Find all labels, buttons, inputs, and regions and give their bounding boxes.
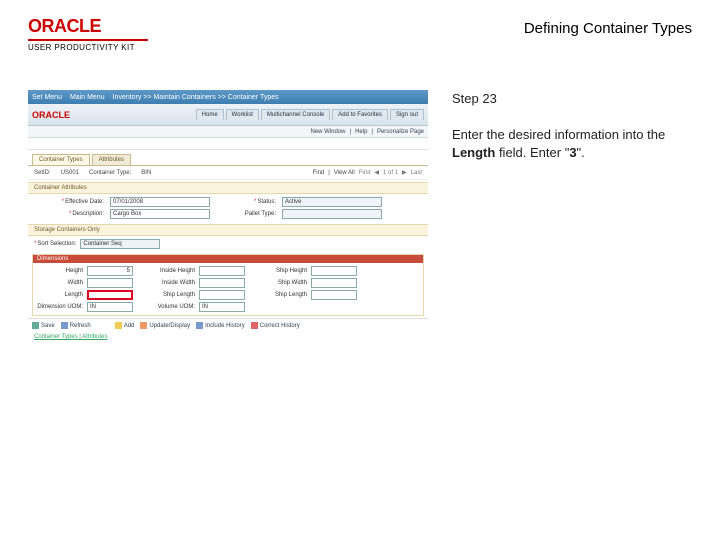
storage-only-band: Storage Containers Only [28, 224, 428, 236]
update-button[interactable]: Update/Display [140, 322, 190, 329]
topbar-crumb: Set Menu [32, 94, 62, 101]
sort-select[interactable]: Container Seq [80, 239, 160, 249]
ship-length-label: Ship Length [137, 292, 195, 298]
pager-count: 1 of 1 [383, 170, 398, 176]
sort-row: Sort Selection: Container Seq [28, 236, 428, 252]
action-toolbar: Save Refresh Add Update/Display Include … [28, 318, 428, 332]
ship-height-label: Ship Height [249, 268, 307, 274]
refresh-button[interactable]: Refresh [61, 322, 91, 329]
include-history-button[interactable]: Include History [196, 322, 245, 329]
instruction-text: Enter the desired information into the L… [452, 126, 692, 162]
ship-width-input[interactable] [311, 278, 357, 288]
topbar-crumb: Inventory >> Maintain Containers >> Cont… [113, 94, 279, 101]
step-label: Step 23 [452, 90, 692, 108]
header-link-console[interactable]: Multichannel Console [261, 109, 330, 120]
sort-label: Sort Selection: [34, 241, 76, 247]
viewall-link[interactable]: View All [334, 170, 355, 176]
length-label: Length [37, 292, 83, 298]
inside-height-label: Inside Height [137, 268, 195, 274]
link-new-window[interactable]: New Window [310, 129, 345, 135]
effdate-label: Effective Date: [34, 199, 104, 205]
ctype-label: Container Type: [89, 170, 131, 176]
dim-uom-label: Dimension UOM: [37, 304, 83, 310]
find-link[interactable]: Find [313, 170, 325, 176]
ship-length-label2: Ship Length [249, 292, 307, 298]
add-button[interactable]: Add [115, 322, 135, 329]
height-input[interactable]: 5 [87, 266, 133, 276]
logo-block: ORACLE USER PRODUCTIVITY KIT [28, 16, 148, 52]
vol-uom-label: Volume UOM: [137, 304, 195, 310]
header-link-worklist[interactable]: Worklist [226, 109, 259, 120]
dimensions-header: Dimensions [33, 255, 423, 263]
doc-header: ORACLE USER PRODUCTIVITY KIT Defining Co… [0, 0, 720, 58]
record-bar: SetID: US001 Container Type: BIN Find | … [28, 166, 428, 180]
container-attributes-band: Container Attributes [28, 182, 428, 194]
pager-last[interactable]: Last [411, 170, 422, 176]
dimensions-group: Dimensions Height 5 Inside Height Ship H… [32, 254, 424, 316]
footer-tabs-link[interactable]: Container Types | Attributes [28, 332, 428, 342]
header-link-home[interactable]: Home [196, 109, 224, 120]
length-input[interactable] [87, 290, 133, 300]
ctype-value: BIN [141, 170, 151, 176]
doc-title: Defining Container Types [524, 20, 692, 37]
save-button[interactable]: Save [32, 322, 55, 329]
subbar: New Window | Help | Personalize Page [28, 126, 428, 138]
oracle-logo: ORACLE [28, 16, 148, 37]
dim-uom-input[interactable]: IN [87, 302, 133, 312]
status-select[interactable]: Active [282, 197, 382, 207]
effdate-input[interactable]: 07/01/2008 [110, 197, 210, 207]
tab-attributes[interactable]: Attributes [92, 154, 131, 165]
app-header: ORACLE Home Worklist Multichannel Consol… [28, 104, 428, 126]
inside-length-input[interactable] [199, 290, 245, 300]
oracle-mini-logo: ORACLE [32, 110, 70, 120]
vol-uom-input[interactable]: IN [199, 302, 245, 312]
ship-width-label: Ship Width [249, 280, 307, 286]
pallet-label: Pallet Type: [216, 211, 276, 217]
pager: Find | View All First ◀ 1 of 1 ▶ Last [313, 169, 422, 176]
height-label: Height [37, 268, 83, 274]
width-input[interactable] [87, 278, 133, 288]
pallet-select[interactable] [282, 209, 382, 219]
desc-label: Description: [34, 211, 104, 217]
dimensions-grid: Height 5 Inside Height Ship Height Width… [33, 263, 423, 315]
content-area: Set Menu Main Menu Inventory >> Maintain… [0, 58, 720, 342]
page-tabs: Container Types Attributes [28, 150, 428, 166]
app-mock: Set Menu Main Menu Inventory >> Maintain… [28, 90, 428, 342]
search-band [28, 138, 428, 150]
width-label: Width [37, 280, 83, 286]
attr-fields: Effective Date: 07/01/2008 Status: Activ… [28, 194, 428, 222]
header-tabs: Home Worklist Multichannel Console Add t… [196, 109, 424, 120]
setid-value: US001 [61, 170, 79, 176]
link-help[interactable]: Help [355, 129, 367, 135]
inside-width-input[interactable] [199, 278, 245, 288]
pager-first[interactable]: First [359, 170, 371, 176]
desc-input[interactable]: Cargo Box [110, 209, 210, 219]
tab-container-types[interactable]: Container Types [32, 154, 90, 165]
setid-label: SetID: [34, 170, 51, 176]
logo-subtitle: USER PRODUCTIVITY KIT [28, 39, 148, 52]
correct-history-button[interactable]: Correct History [251, 322, 300, 329]
ship-height-input[interactable] [311, 266, 357, 276]
header-link-signout[interactable]: Sign out [390, 109, 424, 120]
ship-length-input[interactable] [311, 290, 357, 300]
header-link-favorites[interactable]: Add to Favorites [332, 109, 388, 120]
status-label: Status: [216, 199, 276, 205]
link-personalize[interactable]: Personalize Page [377, 129, 424, 135]
topbar-crumb: Main Menu [70, 94, 105, 101]
instruction-column: Step 23 Enter the desired information in… [452, 90, 692, 342]
inside-width-label: Inside Width [137, 280, 195, 286]
app-topbar: Set Menu Main Menu Inventory >> Maintain… [28, 90, 428, 104]
inside-height-input[interactable] [199, 266, 245, 276]
screenshot-column: Set Menu Main Menu Inventory >> Maintain… [28, 90, 428, 342]
